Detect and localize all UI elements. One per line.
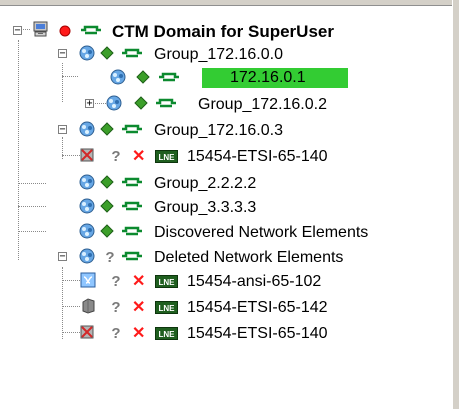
right-scroll-edge <box>452 0 459 409</box>
question-mark-icon: ? <box>111 299 121 316</box>
network-group-icon <box>78 247 96 265</box>
tree-item-group-172-16-0-3[interactable]: − Group_172.16.0.3 <box>0 120 453 142</box>
link-icon <box>121 174 142 192</box>
tree-item-label: 15454-ETSI-65-140 <box>187 148 328 165</box>
tree-item-label: Group_172.16.0.2 <box>198 96 327 113</box>
collapse-toggle[interactable]: − <box>58 125 67 135</box>
network-tree-panel: − CTM Domain for SuperUser − Group_172.1… <box>0 0 459 409</box>
red-x-icon: ✕ <box>132 325 146 342</box>
crossed-device-icon <box>79 323 97 341</box>
tree-item-15454-ansi-65-102[interactable]: ? ✕ LNE 15454-ansi-65-102 <box>0 271 453 293</box>
tree-item-label: Deleted Network Elements <box>154 249 344 266</box>
tree-item-label: Group_172.16.0.0 <box>154 46 283 63</box>
tree-item-label: 15454-ETSI-65-142 <box>187 299 328 316</box>
tree-item-15454-etsi-65-140-b[interactable]: ? ✕ LNE 15454-ETSI-65-140 <box>0 323 453 345</box>
link-icon <box>121 198 142 216</box>
red-x-icon: ✕ <box>132 148 146 165</box>
link-icon <box>155 95 176 113</box>
link-icon <box>121 121 142 139</box>
tree-root-label: CTM Domain for SuperUser <box>112 22 334 41</box>
network-group-icon <box>109 68 127 86</box>
link-icon <box>158 69 179 87</box>
network-group-icon <box>78 44 96 62</box>
green-diamond-icon <box>134 96 152 114</box>
question-mark-icon: ? <box>111 148 121 165</box>
collapse-toggle[interactable]: − <box>58 49 67 59</box>
green-diamond-icon <box>100 224 118 242</box>
gray-device-icon <box>79 297 97 315</box>
green-diamond-icon <box>100 175 118 193</box>
green-diamond-icon <box>100 46 118 64</box>
tree-item-label: Group_2.2.2.2 <box>154 175 257 192</box>
tree-item-15454-etsi-65-140-a[interactable]: ? ✕ LNE 15454-ETSI-65-140 <box>0 146 453 168</box>
tree-item-discovered-network-elements[interactable]: Discovered Network Elements <box>0 222 453 244</box>
domain-tree: − CTM Domain for SuperUser − Group_172.1… <box>0 0 453 409</box>
link-icon <box>121 223 142 241</box>
tree-item-label: Discovered Network Elements <box>154 224 369 241</box>
question-mark-icon: ? <box>111 273 121 290</box>
question-mark-icon: ? <box>111 325 121 342</box>
tree-item-label: 15454-ansi-65-102 <box>187 273 322 290</box>
lne-badge: LNE <box>155 275 178 288</box>
link-icon <box>121 45 142 63</box>
red-x-icon: ✕ <box>132 273 146 290</box>
green-diamond-icon <box>136 70 154 88</box>
tree-item-label: Group_3.3.3.3 <box>154 199 257 216</box>
computer-icon <box>32 21 50 39</box>
lne-badge: LNE <box>155 327 178 340</box>
expand-toggle[interactable]: + <box>85 99 94 109</box>
network-group-icon <box>78 173 96 191</box>
lne-badge: LNE <box>155 301 178 314</box>
crossed-device-icon <box>79 146 97 164</box>
question-mark-icon: ? <box>105 249 115 266</box>
tree-item-172-16-0-1[interactable]: 172.16.0.1 <box>0 67 453 89</box>
network-group-icon <box>78 197 96 215</box>
green-diamond-icon <box>100 199 118 217</box>
link-icon <box>121 248 142 266</box>
network-group-icon <box>78 222 96 240</box>
tree-item-deleted-network-elements[interactable]: − ? Deleted Network Elements <box>0 247 453 269</box>
red-status-dot-icon <box>56 22 74 40</box>
tree-item-label: Group_172.16.0.3 <box>154 122 283 139</box>
tree-item-group-172-16-0-0[interactable]: − Group_172.16.0.0 <box>0 44 453 66</box>
tree-root-row[interactable]: − CTM Domain for SuperUser <box>0 21 453 43</box>
tree-item-label: 15454-ETSI-65-140 <box>187 325 328 342</box>
network-group-icon <box>105 94 123 112</box>
selected-tree-item-label: 172.16.0.1 <box>202 68 348 88</box>
blue-switch-icon <box>79 271 97 289</box>
green-diamond-icon <box>100 122 118 140</box>
collapse-toggle[interactable]: − <box>13 26 22 36</box>
network-group-icon <box>78 120 96 138</box>
tree-item-group-2-2-2-2[interactable]: Group_2.2.2.2 <box>0 173 453 195</box>
collapse-toggle[interactable]: − <box>58 252 67 262</box>
tree-item-group-3-3-3-3[interactable]: Group_3.3.3.3 <box>0 197 453 219</box>
tree-item-group-172-16-0-2[interactable]: + Group_172.16.0.2 <box>0 94 453 116</box>
tree-item-15454-etsi-65-142[interactable]: ? ✕ LNE 15454-ETSI-65-142 <box>0 297 453 319</box>
lne-badge: LNE <box>155 150 178 163</box>
red-x-icon: ✕ <box>132 299 146 316</box>
link-icon <box>80 22 101 40</box>
